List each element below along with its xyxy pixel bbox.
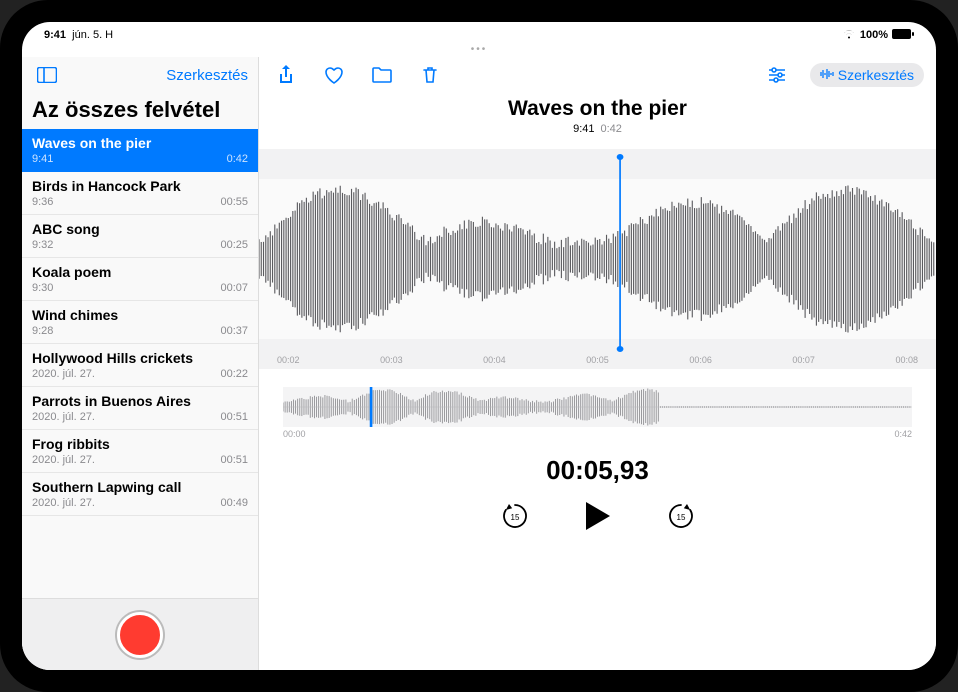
play-button[interactable] bbox=[584, 500, 612, 532]
options-button[interactable] bbox=[762, 60, 792, 90]
multitask-dots[interactable]: ••• bbox=[22, 44, 936, 57]
recording-item-title: Frog ribbits bbox=[32, 436, 248, 452]
recording-meta: 9:410:42 bbox=[259, 123, 936, 135]
toggle-sidebar-button[interactable] bbox=[32, 60, 62, 90]
recording-item-time: 2020. júl. 27. bbox=[32, 411, 95, 423]
recording-list-item[interactable]: Waves on the pier 9:41 0:42 bbox=[22, 129, 258, 172]
recording-item-time: 2020. júl. 27. bbox=[32, 368, 95, 380]
recording-item-title: Southern Lapwing call bbox=[32, 479, 248, 495]
recording-item-time: 2020. júl. 27. bbox=[32, 454, 95, 466]
detail-pane: Szerkesztés Waves on the pier 9:410:42 bbox=[259, 57, 936, 670]
recording-list-item[interactable]: Koala poem 9:30 00:07 bbox=[22, 258, 258, 301]
screen: 9:41 jún. 5. H 100% ••• Szer bbox=[22, 22, 936, 670]
favorite-button[interactable] bbox=[319, 60, 349, 90]
delete-button[interactable] bbox=[415, 60, 445, 90]
recording-item-duration: 00:49 bbox=[220, 497, 248, 509]
status-time: 9:41 jún. 5. H bbox=[44, 29, 113, 41]
recording-item-time: 9:32 bbox=[32, 239, 53, 251]
recording-item-time: 2020. júl. 27. bbox=[32, 497, 95, 509]
recording-item-title: Waves on the pier bbox=[32, 135, 248, 151]
recording-item-title: Hollywood Hills crickets bbox=[32, 350, 248, 366]
recording-item-time: 9:28 bbox=[32, 325, 53, 337]
recording-list-item[interactable]: Frog ribbits 2020. júl. 27. 00:51 bbox=[22, 430, 258, 473]
recording-list-item[interactable]: Hollywood Hills crickets 2020. júl. 27. 00… bbox=[22, 344, 258, 387]
waveform-time-axis: 00:02 00:03 00:04 00:05 00:06 00:07 00:08 bbox=[259, 355, 936, 365]
recording-item-duration: 00:51 bbox=[220, 454, 248, 466]
waveform-zoomed[interactable] bbox=[259, 149, 936, 369]
edit-recording-label: Szerkesztés bbox=[838, 67, 914, 83]
recording-item-time: 9:30 bbox=[32, 282, 53, 294]
content: Szerkesztés Az összes felvétel Waves on … bbox=[22, 57, 936, 670]
recording-title[interactable]: Waves on the pier bbox=[259, 97, 936, 121]
ipad-frame: 9:41 jún. 5. H 100% ••• Szer bbox=[0, 0, 958, 692]
time-tick: 00:05 bbox=[586, 355, 609, 365]
time-tick: 00:08 bbox=[895, 355, 918, 365]
recording-item-duration: 00:55 bbox=[220, 196, 248, 208]
recording-item-duration: 0:42 bbox=[227, 153, 248, 165]
recording-item-duration: 00:37 bbox=[220, 325, 248, 337]
skip-forward-15-button[interactable]: 15 bbox=[666, 501, 696, 531]
recording-item-title: ABC song bbox=[32, 221, 248, 237]
recording-item-duration: 00:07 bbox=[220, 282, 248, 294]
time-tick: 00:03 bbox=[380, 355, 403, 365]
sidebar: Szerkesztés Az összes felvétel Waves on … bbox=[22, 57, 259, 670]
recording-list-item[interactable]: ABC song 9:32 00:25 bbox=[22, 215, 258, 258]
wifi-icon bbox=[842, 29, 856, 42]
detail-toolbar: Szerkesztés bbox=[259, 57, 936, 93]
recording-item-title: Wind chimes bbox=[32, 307, 248, 323]
record-button[interactable] bbox=[117, 612, 163, 658]
share-button[interactable] bbox=[271, 60, 301, 90]
edit-recording-button[interactable]: Szerkesztés bbox=[810, 63, 924, 87]
battery-icon bbox=[892, 29, 914, 42]
time-tick: 00:06 bbox=[689, 355, 712, 365]
playhead-time: 00:05,93 bbox=[259, 455, 936, 486]
waveform-overview[interactable] bbox=[283, 387, 912, 427]
recording-list[interactable]: Waves on the pier 9:41 0:42 Birds in Hancoc… bbox=[22, 129, 258, 598]
time-tick: 00:07 bbox=[792, 355, 815, 365]
recording-item-time: 9:36 bbox=[32, 196, 53, 208]
time-tick: 00:04 bbox=[483, 355, 506, 365]
recording-item-time: 9:41 bbox=[32, 153, 53, 165]
move-to-folder-button[interactable] bbox=[367, 60, 397, 90]
sidebar-toolbar: Szerkesztés bbox=[22, 57, 258, 93]
recording-list-item[interactable]: Wind chimes 9:28 00:37 bbox=[22, 301, 258, 344]
recording-list-item[interactable]: Southern Lapwing call 2020. júl. 27. 00:49 bbox=[22, 473, 258, 516]
recording-item-title: Birds in Hancock Park bbox=[32, 178, 248, 194]
status-bar: 9:41 jún. 5. H 100% bbox=[22, 22, 936, 44]
status-right: 100% bbox=[842, 29, 914, 42]
playback-controls: 15 15 bbox=[259, 500, 936, 532]
record-bar bbox=[22, 598, 258, 670]
recording-list-item[interactable]: Parrots in Buenos Aires 2020. júl. 27. 00:… bbox=[22, 387, 258, 430]
sidebar-title: Az összes felvétel bbox=[22, 93, 258, 129]
recording-item-duration: 00:22 bbox=[220, 368, 248, 380]
battery-percent: 100% bbox=[860, 29, 888, 41]
recording-item-duration: 00:25 bbox=[220, 239, 248, 251]
waveform-icon bbox=[820, 67, 834, 83]
recording-item-title: Parrots in Buenos Aires bbox=[32, 393, 248, 409]
skip-back-15-button[interactable]: 15 bbox=[500, 501, 530, 531]
time-tick: 00:02 bbox=[277, 355, 300, 365]
recording-item-duration: 00:51 bbox=[220, 411, 248, 423]
svg-text:15: 15 bbox=[676, 513, 685, 522]
svg-text:15: 15 bbox=[510, 513, 519, 522]
overview-times: 00:00 0:42 bbox=[283, 429, 912, 439]
recording-list-item[interactable]: Birds in Hancock Park 9:36 00:55 bbox=[22, 172, 258, 215]
sidebar-edit-button[interactable]: Szerkesztés bbox=[166, 67, 248, 84]
recording-item-title: Koala poem bbox=[32, 264, 248, 280]
